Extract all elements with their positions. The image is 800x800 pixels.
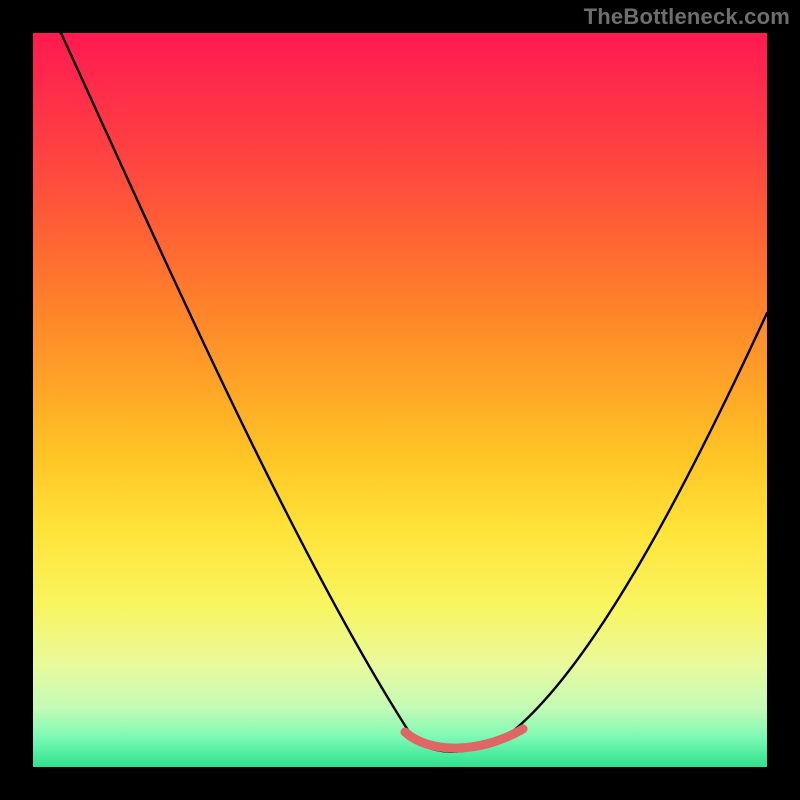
plot-area xyxy=(33,33,767,767)
watermark-text: TheBottleneck.com xyxy=(584,4,790,30)
curve-svg xyxy=(33,33,767,767)
chart-frame: TheBottleneck.com xyxy=(0,0,800,800)
bottleneck-curve xyxy=(61,33,767,752)
trough-highlight xyxy=(405,729,523,748)
